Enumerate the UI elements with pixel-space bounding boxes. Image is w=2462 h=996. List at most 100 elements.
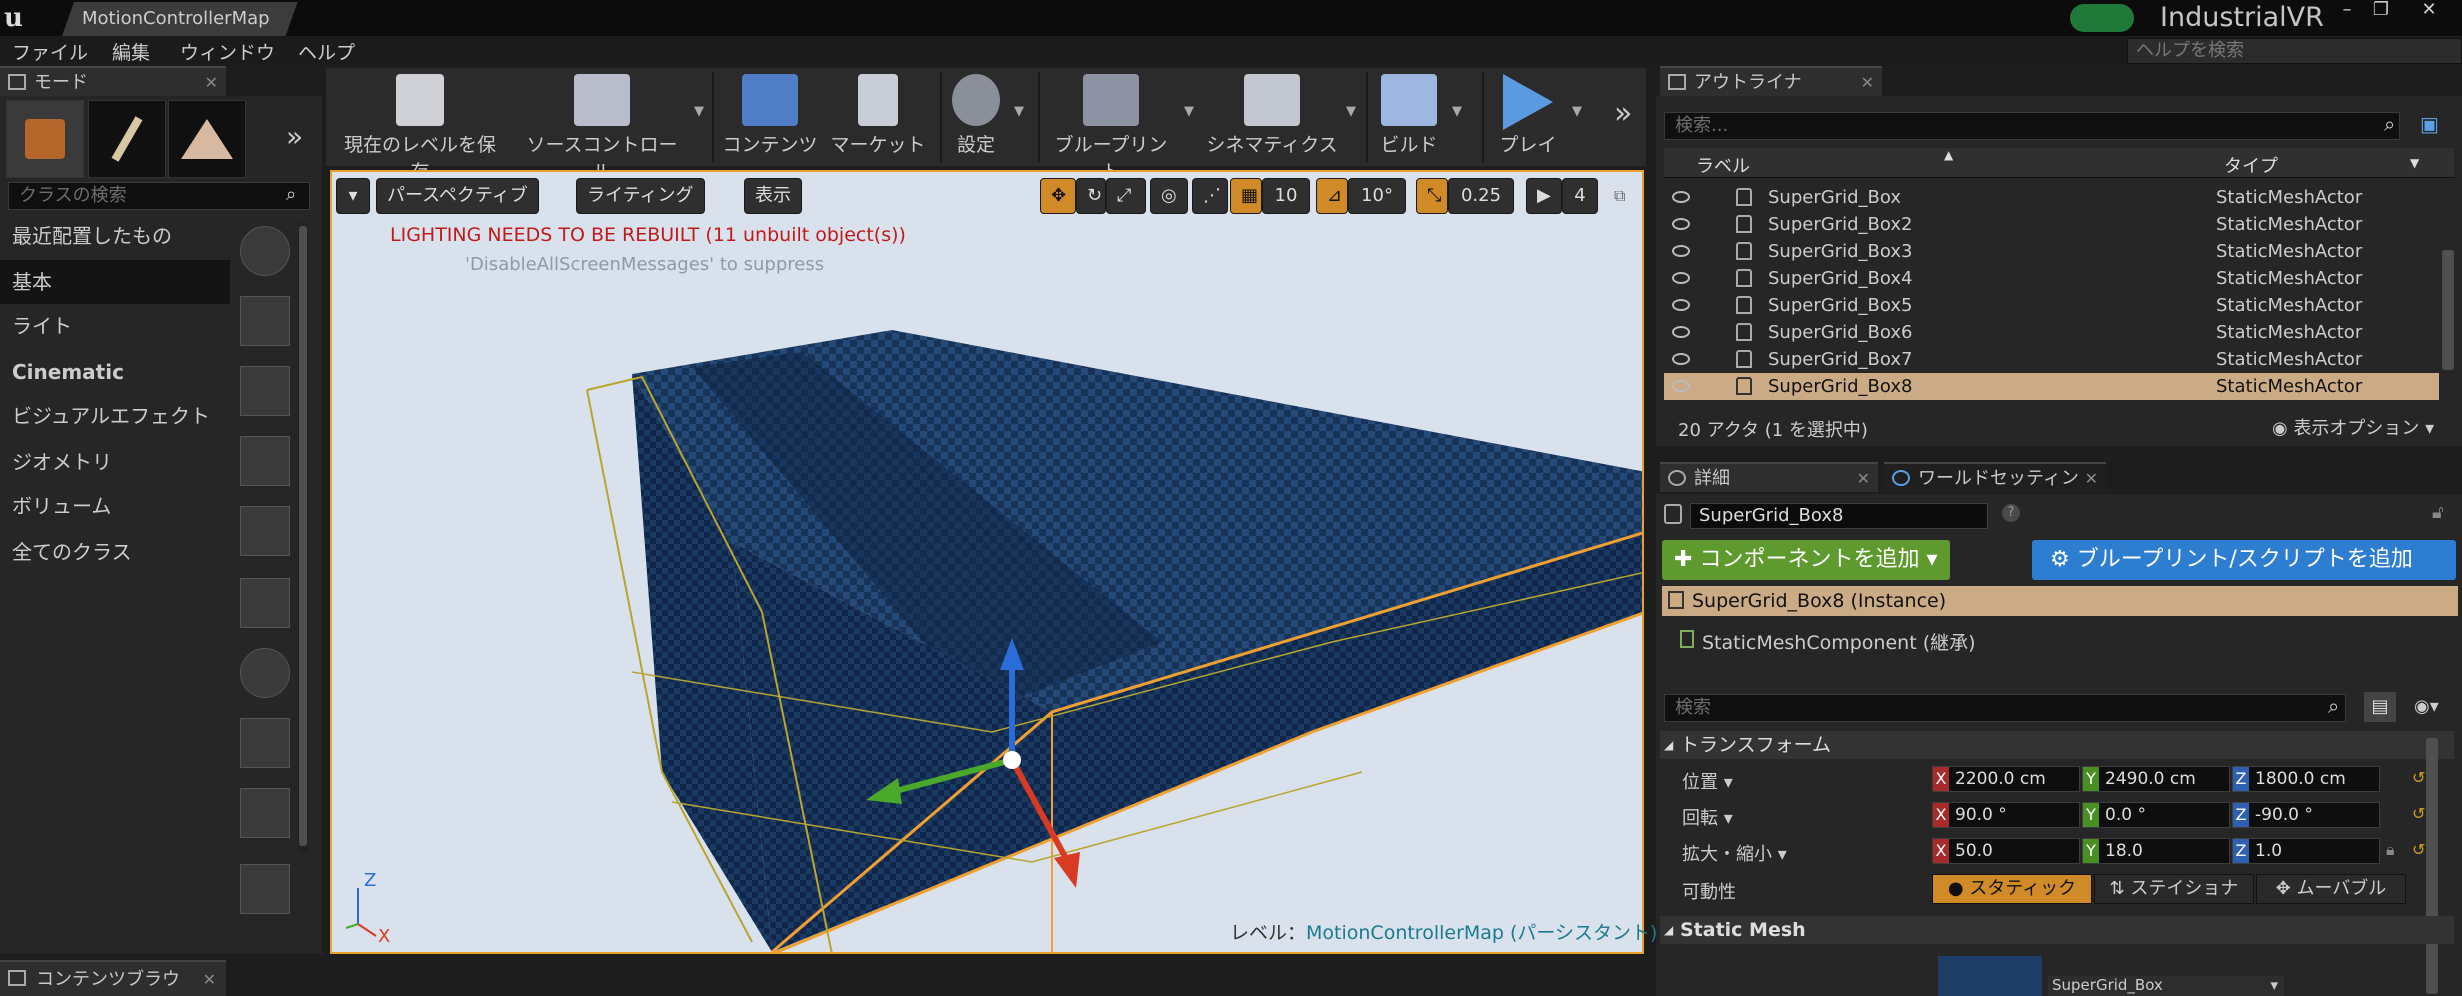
chevron-down-icon[interactable]: ▼ (1184, 104, 1194, 119)
lock-icon[interactable]: 🔓︎ (2432, 502, 2444, 523)
translate-mode-icon[interactable]: ✥ (1040, 178, 1076, 214)
sphere-shape-icon[interactable] (240, 648, 290, 698)
mobility-movable-button[interactable]: ✥ ムーバブル (2256, 874, 2406, 904)
view-options-button[interactable]: ◉ 表示オプション ▾ (2272, 414, 2434, 440)
static-mesh-section-header[interactable]: ◢ Static Mesh (1660, 916, 2454, 944)
cube-icon[interactable] (240, 578, 290, 628)
scale-label[interactable]: 拡大・縮小 ▾ (1682, 840, 1787, 866)
blueprints-button[interactable]: ブループリント▼ (1046, 70, 1194, 183)
visibility-eye-icon[interactable] (1672, 353, 1690, 365)
rotation-y-field[interactable]: Y 0.0 ° (2082, 802, 2230, 828)
instance-row[interactable]: SuperGrid_Box8 (Instance) (1662, 586, 2458, 616)
minimize-icon[interactable]: – (2330, 0, 2364, 22)
level-viewport[interactable]: Z X (330, 170, 1644, 954)
scale-snap-value[interactable]: 0.25 (1448, 178, 1514, 214)
camera-speed-icon[interactable]: ▶ (1526, 178, 1562, 214)
point-light-icon[interactable] (240, 436, 290, 486)
marketplace-button[interactable]: マーケット (828, 70, 928, 164)
outliner-row[interactable]: SuperGrid_Box7 StaticMeshActor (1664, 346, 2439, 373)
outliner-row[interactable]: SuperGrid_Box2 StaticMeshActor (1664, 211, 2439, 238)
pawn-icon[interactable] (240, 366, 290, 416)
settings-button[interactable]: 設定 ▼ (946, 70, 1024, 164)
rotation-snap-icon[interactable]: ⊿ (1316, 178, 1348, 214)
toolbar-overflow-icon[interactable]: » (1614, 96, 1632, 131)
scale-z-field[interactable]: Z 1.0 (2232, 838, 2380, 864)
content-button[interactable]: コンテンツ (720, 70, 820, 164)
show-button[interactable]: 表示 (744, 178, 802, 214)
category-basic[interactable]: 基本 (0, 260, 230, 304)
world-local-icon[interactable]: ◎ (1150, 178, 1188, 214)
location-x-field[interactable]: X 2200.0 cm (1932, 766, 2080, 792)
close-tab-icon[interactable]: ✕ (2085, 464, 2098, 494)
add-blueprint-button[interactable]: ⚙ ブループリント/スクリプトを追加 (2032, 540, 2456, 580)
scale-y-field[interactable]: Y 18.0 (2082, 838, 2230, 864)
category-recent[interactable]: 最近配置したもの (0, 214, 230, 258)
scale-mode-icon[interactable]: ⤢ (1106, 178, 1146, 214)
visibility-eye-icon[interactable] (1672, 272, 1690, 284)
property-matrix-icon[interactable]: ▤ (2364, 692, 2396, 722)
rotation-label[interactable]: 回転 ▾ (1682, 804, 1733, 830)
location-label[interactable]: 位置 ▾ (1682, 768, 1733, 794)
modes-scrollbar[interactable] (298, 222, 308, 852)
rotation-x-field[interactable]: X 90.0 ° (1932, 802, 2080, 828)
visibility-eye-icon[interactable] (1672, 326, 1690, 338)
maximize-viewport-icon[interactable]: ⧉ (1614, 186, 1625, 206)
scale-x-field[interactable]: X 50.0 (1932, 838, 2080, 864)
close-tab-icon[interactable]: ✕ (1861, 68, 1874, 98)
lighting-button[interactable]: ライティング (576, 178, 705, 214)
menu-file[interactable]: ファイル (12, 38, 88, 65)
reset-icon[interactable]: ↺ (2412, 840, 2425, 859)
reset-icon[interactable]: ↺ (2412, 804, 2425, 823)
category-geometry[interactable]: ジオメトリ (0, 440, 230, 484)
player-start-icon[interactable] (240, 506, 290, 556)
maximize-icon[interactable]: ❐ (2364, 0, 2398, 22)
column-type[interactable]: タイプ (2224, 152, 2278, 178)
sphere-icon[interactable] (240, 226, 290, 276)
outliner-row[interactable]: SuperGrid_Box4 StaticMeshActor (1664, 265, 2439, 292)
category-all-classes[interactable]: 全てのクラス (0, 530, 230, 574)
category-lights[interactable]: ライト (0, 304, 230, 348)
close-tab-icon[interactable]: ✕ (203, 962, 216, 996)
visibility-eye-icon[interactable] (1672, 191, 1690, 203)
mobility-static-button[interactable]: ● スタティック (1932, 874, 2092, 904)
rotation-snap-value[interactable]: 10° (1348, 178, 1406, 214)
category-cinematic[interactable]: Cinematic (0, 350, 230, 394)
surface-snap-icon[interactable]: ⋰ (1192, 178, 1228, 214)
plane-icon[interactable] (240, 864, 290, 914)
tab-world-settings[interactable]: ワールドセッティン ✕ (1884, 462, 2106, 492)
outliner-scrollbar[interactable] (2442, 250, 2454, 370)
details-search-input[interactable]: 検索 (1664, 694, 2346, 722)
category-visual-effects[interactable]: ビジュアルエフェクト (0, 394, 230, 438)
menu-help[interactable]: ヘルプ (298, 38, 355, 65)
rotate-mode-icon[interactable]: ↻ (1076, 178, 1106, 214)
tab-details[interactable]: 詳細 ✕ (1660, 462, 1878, 492)
column-label[interactable]: ラベル (1696, 152, 1750, 178)
character-icon[interactable] (240, 296, 290, 346)
chevron-down-icon[interactable]: ▼ (694, 104, 704, 119)
category-volumes[interactable]: ボリューム (0, 484, 230, 528)
perspective-button[interactable]: パースペクティブ (376, 178, 539, 214)
class-search-input[interactable]: クラスの検索 (8, 182, 310, 210)
cinematics-button[interactable]: シネマティクス ▼ (1206, 70, 1356, 164)
close-tab-icon[interactable]: ✕ (1857, 464, 1870, 494)
paint-mode-icon[interactable] (88, 100, 166, 178)
visibility-eye-icon[interactable] (1672, 299, 1690, 311)
visibility-eye-icon[interactable] (1672, 245, 1690, 257)
chevron-down-icon[interactable]: ▼ (1452, 104, 1462, 119)
help-search-input[interactable]: ヘルプを検索 (2127, 38, 2462, 64)
tab-content-browser[interactable]: コンテンツブラウ ✕ (0, 960, 226, 996)
visibility-eye-icon[interactable] (1672, 218, 1690, 230)
expand-chevron-icon[interactable]: » (286, 120, 303, 153)
save-level-button[interactable]: 現在のレベルを保存 (336, 70, 504, 183)
chevron-down-icon[interactable]: ▼ (1346, 104, 1356, 119)
play-button[interactable]: プレイ ▼ (1492, 70, 1582, 164)
transform-section-header[interactable]: ◢ トランスフォーム (1660, 731, 2454, 759)
source-control-button[interactable]: ソースコントロール▼ (518, 70, 704, 183)
menu-window[interactable]: ウィンドウ (180, 38, 275, 65)
visibility-filter-icon[interactable]: ◉▾ (2414, 696, 2439, 717)
camera-speed-value[interactable]: 4 (1562, 178, 1598, 214)
menu-edit[interactable]: 編集 (112, 38, 150, 65)
mobility-stationary-button[interactable]: ⇅ ステイショナ (2094, 874, 2254, 904)
chevron-down-icon[interactable]: ▼ (2410, 156, 2419, 170)
mesh-thumbnail[interactable] (1938, 956, 2042, 996)
